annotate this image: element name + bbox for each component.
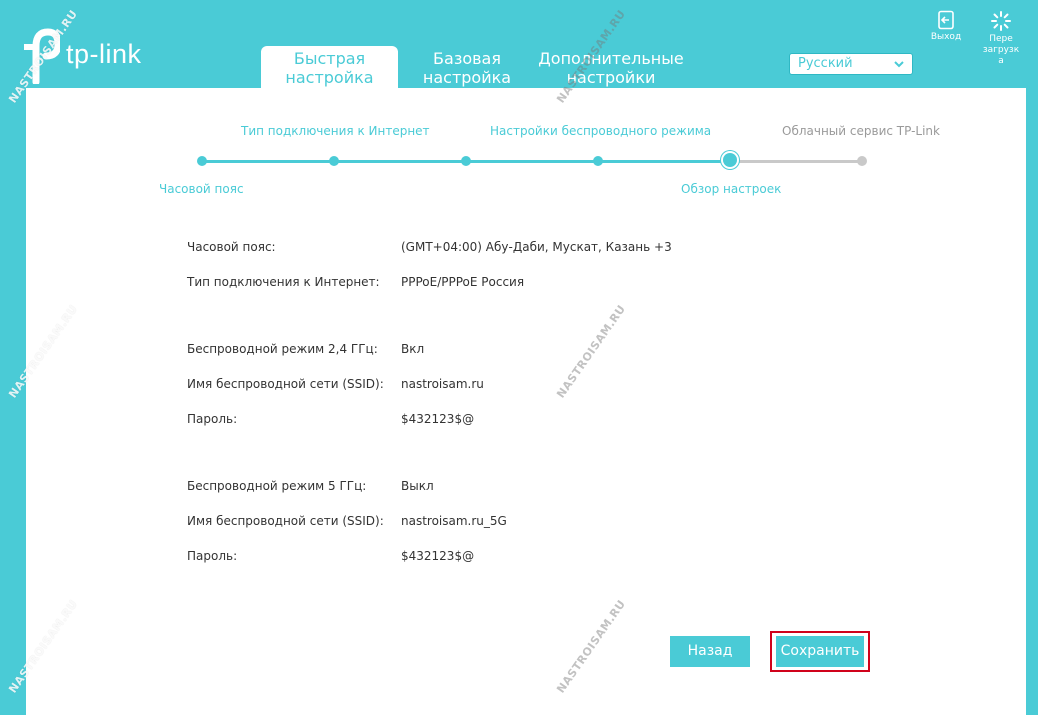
- summary-label-connection-type: Тип подключения к Интернет:: [187, 275, 380, 289]
- reboot-label-1: Пере: [989, 34, 1013, 44]
- step-dot-wireless: [593, 156, 603, 166]
- summary-label-ssid-24: Имя беспроводной сети (SSID):: [187, 377, 384, 391]
- summary-value-wireless-24: Вкл: [401, 342, 425, 356]
- step-dot-connection-type: [329, 156, 339, 166]
- progress-track-remaining: [730, 160, 862, 163]
- logout-button[interactable]: Выход: [926, 10, 966, 43]
- summary-value-connection-type: PPPoE/PPPoE Россия: [401, 275, 525, 289]
- logout-icon: [938, 10, 954, 30]
- back-button[interactable]: Назад: [670, 636, 750, 667]
- step-dot-summary-current: [723, 153, 737, 167]
- reboot-label-3: а: [998, 56, 1004, 66]
- tab-advanced-setup-line1: Дополнительные: [538, 49, 684, 68]
- summary-value-password-5: $432123$@: [401, 549, 475, 563]
- summary-label-wireless-5: Беспроводной режим 5 ГГц:: [187, 479, 367, 493]
- summary-label-password-5: Пароль:: [187, 549, 238, 563]
- summary-value-ssid-5: nastroisam.ru_5G: [401, 514, 507, 528]
- chevron-down-icon: [894, 61, 904, 68]
- step-label-timezone: Часовой пояс: [159, 182, 244, 196]
- tab-basic-setup[interactable]: Базовая настройка: [417, 46, 517, 88]
- tab-quick-setup-line1: Быстрая: [293, 49, 366, 68]
- language-select-value: Русский: [798, 56, 853, 71]
- logout-label: Выход: [930, 32, 962, 42]
- step-label-summary: Обзор настроек: [681, 182, 782, 196]
- step-dot-3: [461, 156, 471, 166]
- tab-basic-setup-line1: Базовая: [433, 49, 501, 68]
- language-select[interactable]: Русский: [789, 53, 913, 75]
- tab-quick-setup-line2: настройка: [285, 68, 374, 87]
- summary-label-wireless-24: Беспроводной режим 2,4 ГГц:: [187, 342, 378, 356]
- summary-value-ssid-24: nastroisam.ru: [401, 377, 484, 391]
- reboot-button[interactable]: Пере загрузк а: [979, 10, 1023, 67]
- logo-text: tp-link: [66, 38, 142, 69]
- step-dot-cloud: [857, 156, 867, 166]
- tab-quick-setup[interactable]: Быстрая настройка: [261, 46, 398, 88]
- summary-value-timezone: (GMT+04:00) Абу-Даби, Мускат, Казань +3: [401, 240, 672, 254]
- tab-advanced-setup-line2: настройки: [566, 68, 656, 87]
- reboot-icon: [991, 11, 1011, 31]
- summary-value-password-24: $432123$@: [401, 412, 475, 426]
- main-panel: Тип подключения к Интернет Настройки бес…: [26, 88, 1026, 715]
- step-dot-timezone: [197, 156, 207, 166]
- reboot-label-2: загрузк: [982, 45, 1020, 55]
- step-label-cloud: Облачный сервис TP-Link: [782, 124, 940, 138]
- summary-label-password-24: Пароль:: [187, 412, 238, 426]
- save-button-highlight: Сохранить: [770, 631, 870, 672]
- tab-basic-setup-line2: настройка: [422, 68, 512, 87]
- summary-label-timezone: Часовой пояс:: [187, 240, 276, 254]
- summary-value-wireless-5: Выкл: [401, 479, 434, 493]
- summary-label-ssid-5: Имя беспроводной сети (SSID):: [187, 514, 384, 528]
- step-label-connection-type: Тип подключения к Интернет: [241, 124, 430, 138]
- save-button[interactable]: Сохранить: [776, 636, 864, 667]
- tab-advanced-setup[interactable]: Дополнительные настройки: [535, 46, 687, 88]
- step-label-wireless: Настройки беспроводного режима: [490, 124, 712, 138]
